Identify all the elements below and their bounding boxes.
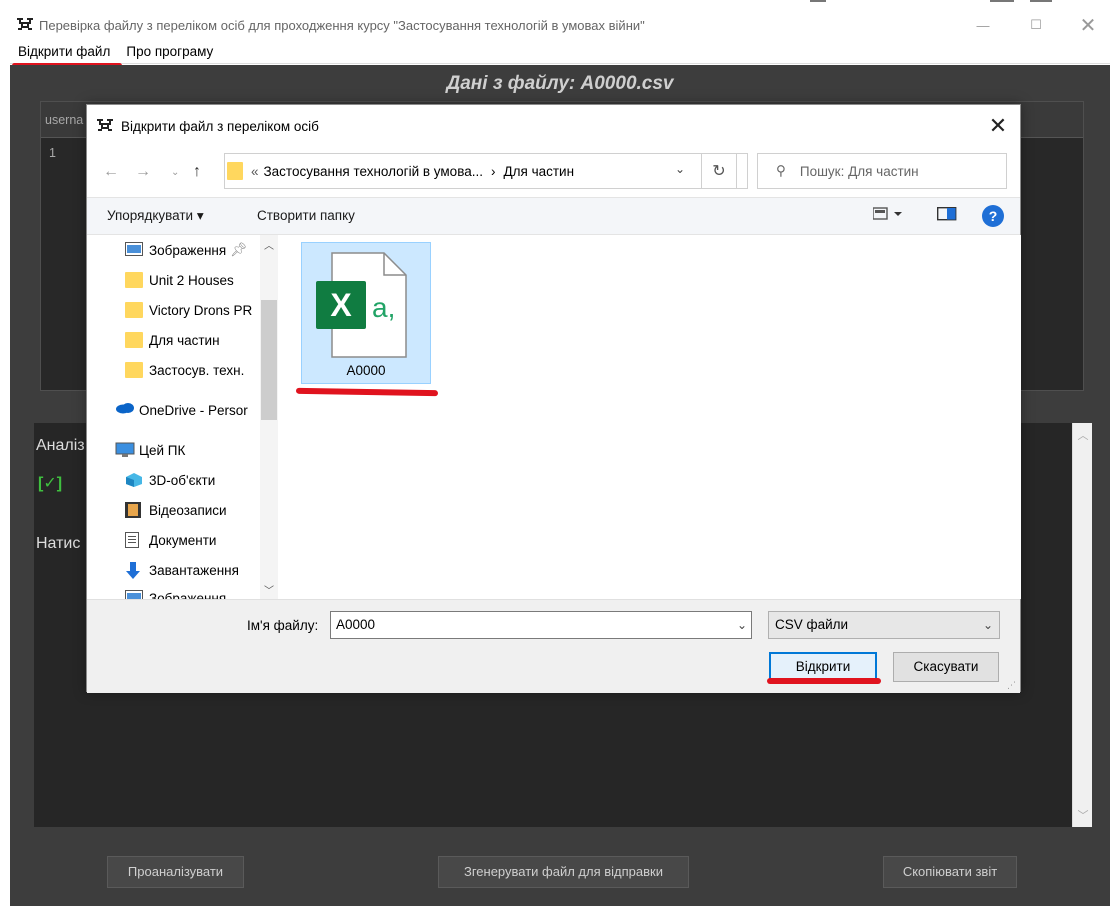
copy-report-button[interactable]: Скопіювати звіт xyxy=(883,856,1017,888)
search-icon: ⚲ xyxy=(776,163,786,178)
computer-icon xyxy=(115,442,135,458)
breadcrumb-current[interactable]: Для частин xyxy=(503,164,574,179)
nav-item-onedrive[interactable]: OneDrive - Persor xyxy=(115,397,248,423)
table-header-cell: userna xyxy=(45,113,84,127)
downloads-icon xyxy=(125,562,143,579)
help-icon[interactable]: ? xyxy=(982,205,1004,227)
documents-icon xyxy=(125,532,143,548)
dialog-title-bar: Відкрити файл з переліком осіб ✕ xyxy=(87,105,1020,147)
table-row-number: 1 xyxy=(49,146,56,160)
navigation-row: ← → ⌄ ↑ « Застосування технологій в умов… xyxy=(87,147,1020,197)
window-title: Перевірка файлу з переліком осіб для про… xyxy=(39,17,645,33)
navigation-pane: Зображення 📌︎ Unit 2 Houses Victory Dron… xyxy=(111,235,281,599)
scroll-thumb[interactable] xyxy=(261,300,277,420)
folder-icon xyxy=(125,272,143,288)
scroll-down-icon[interactable]: ﹀ xyxy=(260,582,278,597)
refresh-icon: ↻ xyxy=(712,163,726,180)
search-box[interactable]: ⚲ Пошук: Для частин xyxy=(757,153,1007,189)
nav-item-videos[interactable]: Відеозаписи xyxy=(125,497,227,523)
organize-button[interactable]: Упорядкувати ▾ xyxy=(107,208,204,224)
nav-item-pictures-2[interactable]: Зображення xyxy=(125,585,226,599)
file-list: X a, A0000 xyxy=(281,235,1021,599)
nav-item-this-pc[interactable]: Цей ПК xyxy=(115,437,185,463)
dialog-close-icon[interactable]: ✕ xyxy=(986,113,1010,138)
pictures-icon xyxy=(125,242,143,258)
chevron-down-icon[interactable]: ⌄ xyxy=(675,162,685,176)
window-left-edge xyxy=(0,40,10,906)
generate-file-button[interactable]: Згенерувати файл для відправки xyxy=(438,856,689,888)
search-input[interactable]: Пошук: Для частин xyxy=(800,164,919,179)
folder-icon xyxy=(227,162,243,180)
pin-icon: 📌︎ xyxy=(230,242,248,257)
excel-letter: X xyxy=(330,287,352,323)
drone-app-icon xyxy=(15,15,35,35)
nav-item-applied-tech[interactable]: Застосув. техн. xyxy=(125,357,244,383)
filename-label: Ім'я файлу: xyxy=(247,618,319,633)
nav-pane-scrollbar[interactable]: ︿ ﹀ xyxy=(260,235,278,599)
refresh-button[interactable]: ↻ xyxy=(701,153,737,189)
analyze-button[interactable]: Проаналізувати xyxy=(107,856,244,888)
excel-csv-file-icon: X a, xyxy=(314,251,414,362)
onedrive-icon xyxy=(115,402,134,418)
folder-icon xyxy=(125,332,143,348)
breadcrumb-separator: › xyxy=(490,163,496,179)
title-bar: Перевірка файлу з переліком осіб для про… xyxy=(10,10,1110,40)
annotation-underline-open-button xyxy=(767,678,881,684)
maximize-icon[interactable]: ☐ xyxy=(1010,10,1062,40)
top-strip xyxy=(0,0,1110,10)
3d-objects-icon xyxy=(125,472,143,488)
report-check-mark: [✓] xyxy=(38,475,63,492)
file-heading: Дані з файлу: A0000.csv xyxy=(446,73,674,94)
breadcrumb-prefix: « xyxy=(251,163,259,179)
menu-open-file[interactable]: Відкрити файл xyxy=(10,44,118,59)
preview-pane-icon[interactable] xyxy=(936,206,957,224)
pictures-icon xyxy=(125,590,143,599)
forward-arrow-icon[interactable]: → xyxy=(135,163,151,181)
report-line: Натис xyxy=(36,535,81,552)
dialog-toolbar: Упорядкувати ▾ Створити папку ? xyxy=(87,197,1020,235)
view-options-icon[interactable] xyxy=(872,207,907,224)
report-line: Аналіз xyxy=(36,437,85,454)
chevron-down-icon[interactable]: ⌄ xyxy=(737,612,747,638)
folder-icon xyxy=(125,302,143,318)
report-scrollbar[interactable]: ︿ ﹀ xyxy=(1072,423,1092,827)
minimize-icon[interactable]: — xyxy=(957,10,1009,40)
filename-input[interactable]: A0000 ⌄ xyxy=(330,611,752,639)
address-bar[interactable]: « Застосування технологій в умова... › Д… xyxy=(224,153,748,189)
nav-item-3d-objects[interactable]: 3D-об'єкти xyxy=(125,467,215,493)
folder-icon xyxy=(125,362,143,378)
dialog-title: Відкрити файл з переліком осіб xyxy=(121,118,319,134)
videos-icon xyxy=(125,502,143,518)
file-type-select[interactable]: CSV файли ⌄ xyxy=(768,611,1000,639)
chevron-down-icon: ⌄ xyxy=(982,618,993,632)
nav-item-pictures[interactable]: Зображення 📌︎ xyxy=(125,237,247,263)
breadcrumb-parent[interactable]: Застосування технологій в умова... xyxy=(264,164,483,179)
scroll-up-icon[interactable]: ︿ xyxy=(1073,427,1093,443)
csv-glyph: a, xyxy=(372,292,395,323)
file-name: A0000 xyxy=(346,363,386,378)
recent-dropdown-icon[interactable]: ⌄ xyxy=(171,167,179,178)
nav-item-victory-drons[interactable]: Victory Drons PR xyxy=(125,297,252,323)
up-arrow-icon[interactable]: ↑ xyxy=(193,163,201,181)
menu-about[interactable]: Про програму xyxy=(118,44,221,59)
nav-item-unit-2-houses[interactable]: Unit 2 Houses xyxy=(125,267,234,293)
nav-item-downloads[interactable]: Завантаження xyxy=(125,557,239,583)
menu-bar: Відкрити файл Про програму xyxy=(10,40,1110,64)
scroll-down-icon[interactable]: ﹀ xyxy=(1073,807,1093,823)
new-folder-button[interactable]: Створити папку xyxy=(257,208,355,223)
cancel-button[interactable]: Скасувати xyxy=(893,652,999,682)
open-file-dialog: Відкрити файл з переліком осіб ✕ ← → ⌄ ↑… xyxy=(86,104,1021,693)
drone-app-icon xyxy=(95,116,115,136)
nav-item-documents[interactable]: Документи xyxy=(125,527,216,553)
file-item-a0000[interactable]: X a, A0000 xyxy=(301,242,431,384)
back-arrow-icon[interactable]: ← xyxy=(103,163,119,181)
close-icon[interactable]: ✕ xyxy=(1062,10,1110,40)
nav-item-for-units[interactable]: Для частин xyxy=(125,327,220,353)
scroll-up-icon[interactable]: ︿ xyxy=(260,237,278,252)
resize-grip-icon[interactable]: ⋰ xyxy=(1007,680,1017,690)
